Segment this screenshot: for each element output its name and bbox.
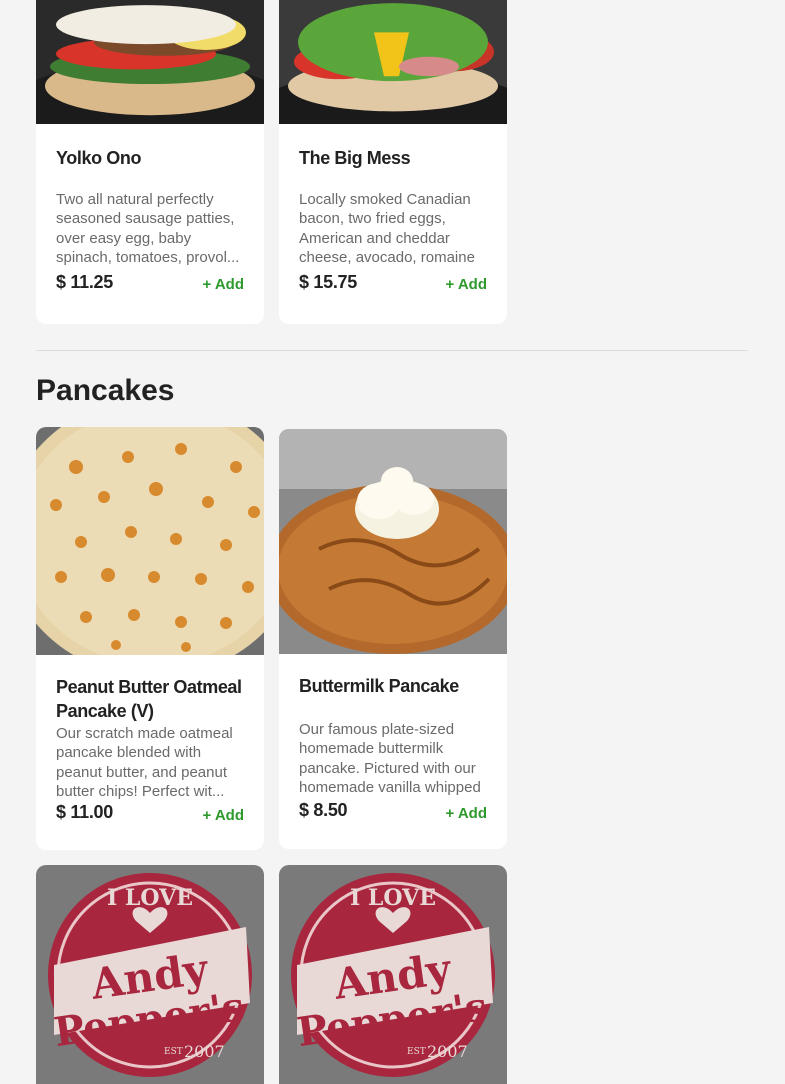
item-title: Yolko Ono [56, 148, 142, 168]
item-price: $ 15.75 [299, 272, 357, 292]
menu-item-card[interactable]: Buttermilk Pancake Our famous plate-size… [279, 429, 507, 849]
andy-peppers-logo: I LOVE Andy Pepper's EST 2007 [279, 865, 507, 1084]
item-title: Peanut Butter Oatmeal Pancake (V) [56, 677, 242, 721]
item-title: Buttermilk Pancake [299, 676, 459, 696]
add-to-cart-button[interactable]: + Add [445, 276, 487, 293]
item-price: $ 8.50 [299, 800, 348, 820]
menu-item-card[interactable]: The Big Mess Locally smoked Canadian bac… [279, 0, 507, 324]
item-description: Two all natural perfectly seasoned sausa… [56, 191, 240, 267]
menu-item-card[interactable]: I LOVE Andy Pepper's EST 2007 [279, 865, 507, 1084]
section-title-pancakes: Pancakes [36, 374, 175, 407]
logo-top-text: I LOVE [350, 885, 436, 911]
item-description: Our famous plate-sized homemade buttermi… [299, 721, 481, 797]
item-photo [36, 0, 264, 124]
logo-year: 2007 [427, 1042, 468, 1061]
item-description: Our scratch made oatmeal pancake blended… [56, 725, 233, 801]
logo-est: EST [164, 1047, 183, 1057]
add-to-cart-button[interactable]: + Add [202, 276, 244, 293]
menu-item-card[interactable]: I LOVE Andy Pepper's EST 2007 [36, 865, 264, 1084]
item-title: The Big Mess [299, 148, 411, 168]
item-photo [279, 0, 507, 124]
logo-top-text: I LOVE [107, 885, 193, 911]
add-to-cart-button[interactable]: + Add [445, 805, 487, 822]
andy-peppers-logo: I LOVE Andy Pepper's EST 2007 [36, 865, 264, 1084]
add-to-cart-button[interactable]: + Add [202, 807, 244, 824]
item-price: $ 11.25 [56, 272, 113, 292]
logo-year: 2007 [184, 1042, 225, 1061]
logo-est: EST [407, 1047, 426, 1057]
item-description: Locally smoked Canadian bacon, two fried… [299, 191, 475, 267]
section-divider [36, 350, 748, 351]
item-photo [36, 427, 264, 655]
item-photo [279, 429, 507, 654]
menu-item-card[interactable]: Yolko Ono Two all natural perfectly seas… [36, 0, 264, 324]
item-price: $ 11.00 [56, 802, 113, 822]
menu-item-card[interactable]: Peanut Butter Oatmeal Pancake (V) Our sc… [36, 427, 264, 850]
